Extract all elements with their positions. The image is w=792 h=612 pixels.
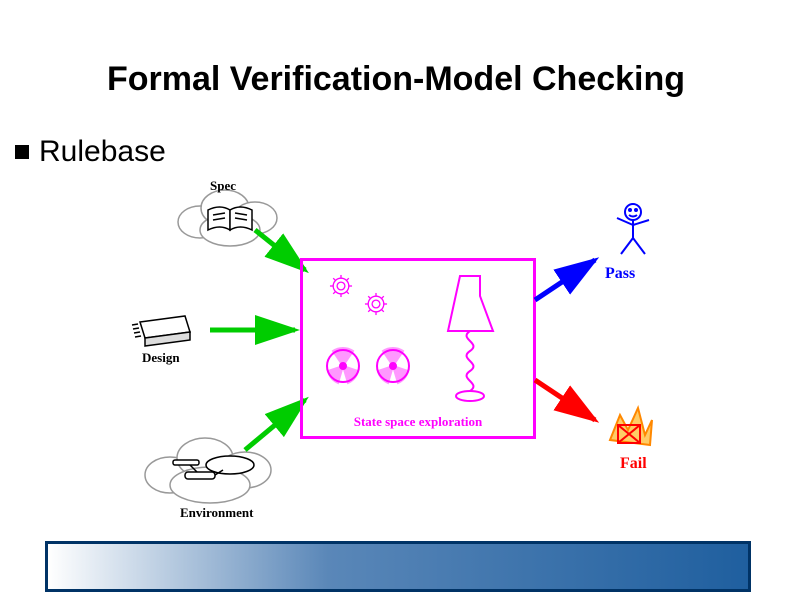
pass-icon: [605, 200, 660, 265]
arrow-icon: [530, 250, 610, 310]
chip-icon: [130, 310, 200, 350]
environment-label: Environment: [180, 505, 253, 521]
bullet-item: Rulebase: [15, 135, 166, 169]
state-space-label: State space exploration: [303, 414, 533, 430]
radiation-icon: [323, 346, 363, 386]
pass-label: Pass: [605, 265, 635, 283]
diagram: Spec Design: [100, 180, 700, 540]
design-label: Design: [142, 350, 180, 366]
slide: Formal Verification-Model Checking Ruleb…: [0, 0, 792, 612]
state-space-box: State space exploration: [300, 258, 536, 439]
square-bullet-icon: [15, 145, 29, 159]
apparatus-icon: [438, 271, 508, 411]
radiation-icon: [373, 346, 413, 386]
footer-bar: [45, 541, 751, 592]
arrow-icon: [530, 370, 610, 430]
gear-icon: [328, 273, 354, 299]
bullet-text: Rulebase: [39, 135, 166, 169]
fail-icon: [600, 400, 660, 460]
page-title: Formal Verification-Model Checking: [0, 60, 792, 99]
fail-label: Fail: [620, 455, 647, 473]
arrow-icon: [205, 315, 305, 345]
spec-label: Spec: [210, 178, 236, 194]
gear-icon: [363, 291, 389, 317]
design-chip: [130, 310, 200, 355]
